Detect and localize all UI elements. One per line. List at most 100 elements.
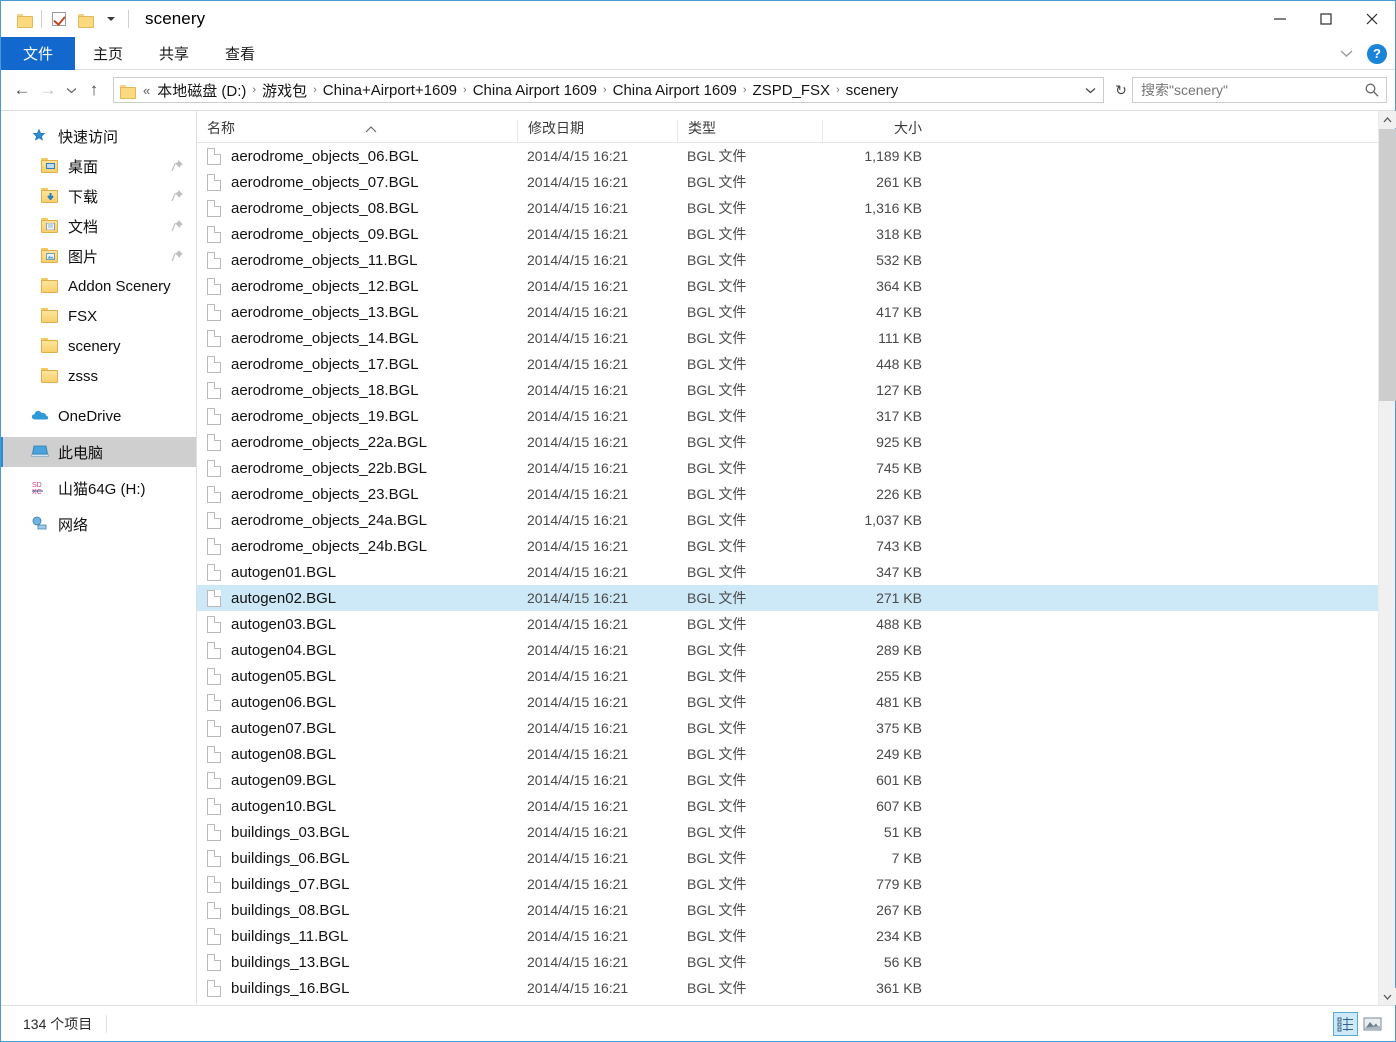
column-header-type[interactable]: 类型	[677, 120, 822, 142]
sidebar-item-label: 下载	[68, 188, 99, 206]
column-header-name[interactable]: 名称	[197, 120, 517, 142]
refresh-icon[interactable]: ↻	[1110, 77, 1132, 103]
properties-icon[interactable]	[46, 6, 72, 32]
recent-locations-icon[interactable]	[61, 76, 81, 104]
sidebar-item-sd-drive[interactable]: SD XC 山猫64G (H:)	[1, 473, 196, 503]
pin-icon[interactable]	[171, 159, 184, 172]
table-row[interactable]: aerodrome_objects_13.BGL 2014/4/15 16:21 B…	[197, 299, 1395, 325]
sidebar-item-network[interactable]: 网络	[1, 509, 196, 539]
sidebar-item-downloads[interactable]: 下载	[1, 181, 196, 211]
search-icon[interactable]	[1364, 82, 1380, 98]
forward-button[interactable]: →	[35, 76, 61, 104]
file-rows-container[interactable]: aerodrome_objects_06.BGL 2014/4/15 16:21 B…	[197, 143, 1395, 1005]
address-dropdown-icon[interactable]	[1081, 78, 1099, 102]
sidebar-item-pictures[interactable]: 图片	[1, 241, 196, 271]
scroll-down-icon[interactable]	[1379, 988, 1396, 1005]
table-row[interactable]: autogen08.BGL 2014/4/15 16:21 BGL 文件 249 KB	[197, 741, 1395, 767]
close-button[interactable]	[1349, 1, 1395, 37]
cell-name: autogen09.BGL	[197, 771, 517, 789]
column-header-date[interactable]: 修改日期	[517, 120, 677, 142]
breadcrumb-item-1[interactable]: 游戏包	[259, 80, 310, 101]
breadcrumb-item-3[interactable]: China Airport 1609	[470, 82, 600, 99]
address-box[interactable]: « 本地磁盘 (D:) › 游戏包 › China+Airport+1609 ›…	[113, 77, 1104, 103]
sidebar-item-quick-access[interactable]: 快速访问	[1, 121, 196, 151]
table-row[interactable]: aerodrome_objects_22b.BGL 2014/4/15 16:21…	[197, 455, 1395, 481]
table-row[interactable]: buildings_07.BGL 2014/4/15 16:21 BGL 文件 779…	[197, 871, 1395, 897]
search-input[interactable]	[1141, 82, 1364, 98]
column-header-size[interactable]: 大小	[822, 120, 922, 142]
table-row[interactable]: autogen10.BGL 2014/4/15 16:21 BGL 文件 607 KB	[197, 793, 1395, 819]
table-row[interactable]: aerodrome_objects_06.BGL 2014/4/15 16:21 B…	[197, 143, 1395, 169]
table-row[interactable]: buildings_06.BGL 2014/4/15 16:21 BGL 文件 7 K…	[197, 845, 1395, 871]
breadcrumb-item-5[interactable]: ZSPD_FSX	[750, 82, 834, 99]
large-icons-view-button[interactable]	[1360, 1012, 1385, 1036]
customize-caret-icon[interactable]	[98, 6, 124, 32]
up-button[interactable]: ↑	[81, 76, 107, 104]
tab-file[interactable]: 文件	[1, 37, 76, 70]
minimize-button[interactable]	[1257, 1, 1303, 37]
help-icon[interactable]: ?	[1367, 43, 1387, 64]
table-row[interactable]: autogen01.BGL 2014/4/15 16:21 BGL 文件 347 KB	[197, 559, 1395, 585]
table-row[interactable]: aerodrome_objects_24a.BGL 2014/4/15 16:21…	[197, 507, 1395, 533]
navigation-pane[interactable]: 快速访问 桌面 下载 文档 图片 Addon Scenery FSX scene…	[1, 111, 197, 1005]
file-icon	[207, 225, 221, 243]
tab-view[interactable]: 查看	[207, 37, 273, 70]
table-row[interactable]: aerodrome_objects_17.BGL 2014/4/15 16:21 B…	[197, 351, 1395, 377]
scroll-up-icon[interactable]	[1379, 111, 1396, 128]
sidebar-item-this-pc[interactable]: 此电脑	[1, 437, 196, 467]
table-row[interactable]: aerodrome_objects_23.BGL 2014/4/15 16:21 B…	[197, 481, 1395, 507]
sidebar-item-desktop[interactable]: 桌面	[1, 151, 196, 181]
pin-icon[interactable]	[171, 189, 184, 202]
breadcrumb-item-0[interactable]: 本地磁盘 (D:)	[154, 80, 249, 101]
table-row[interactable]: aerodrome_objects_11.BGL 2014/4/15 16:21 B…	[197, 247, 1395, 273]
table-row[interactable]: buildings_13.BGL 2014/4/15 16:21 BGL 文件 56 …	[197, 949, 1395, 975]
maximize-button[interactable]	[1303, 1, 1349, 37]
sidebar-item-onedrive[interactable]: OneDrive	[1, 401, 196, 431]
folder-icon[interactable]	[11, 6, 37, 32]
pin-icon[interactable]	[171, 219, 184, 232]
cell-date: 2014/4/15 16:21	[527, 512, 629, 528]
sidebar-item-addon-scenery[interactable]: Addon Scenery	[1, 271, 196, 301]
sidebar-item-scenery[interactable]: scenery	[1, 331, 196, 361]
table-row[interactable]: buildings_16.BGL 2014/4/15 16:21 BGL 文件 361…	[197, 975, 1395, 1001]
table-row[interactable]: aerodrome_objects_12.BGL 2014/4/15 16:21 B…	[197, 273, 1395, 299]
table-row[interactable]: aerodrome_objects_22a.BGL 2014/4/15 16:21…	[197, 429, 1395, 455]
table-row[interactable]: aerodrome_objects_14.BGL 2014/4/15 16:21 B…	[197, 325, 1395, 351]
table-row[interactable]: autogen06.BGL 2014/4/15 16:21 BGL 文件 481 KB	[197, 689, 1395, 715]
breadcrumb-item-2[interactable]: China+Airport+1609	[320, 82, 460, 99]
sidebar-item-zsss[interactable]: zsss	[1, 361, 196, 391]
pin-icon[interactable]	[171, 249, 184, 262]
table-row[interactable]: autogen05.BGL 2014/4/15 16:21 BGL 文件 255 KB	[197, 663, 1395, 689]
table-row[interactable]: autogen04.BGL 2014/4/15 16:21 BGL 文件 289 KB	[197, 637, 1395, 663]
back-button[interactable]: ←	[9, 76, 35, 104]
table-row[interactable]: aerodrome_objects_08.BGL 2014/4/15 16:21 B…	[197, 195, 1395, 221]
chevron-down-icon[interactable]	[1335, 43, 1357, 65]
table-row[interactable]: autogen09.BGL 2014/4/15 16:21 BGL 文件 601 KB	[197, 767, 1395, 793]
table-row[interactable]: buildings_03.BGL 2014/4/15 16:21 BGL 文件 51 …	[197, 819, 1395, 845]
table-row[interactable]: autogen02.BGL 2014/4/15 16:21 BGL 文件 271 KB	[197, 585, 1395, 611]
file-icon	[207, 329, 221, 347]
vertical-scrollbar[interactable]	[1378, 111, 1396, 1005]
table-row[interactable]: aerodrome_objects_07.BGL 2014/4/15 16:21 B…	[197, 169, 1395, 195]
scrollbar-thumb[interactable]	[1379, 129, 1396, 401]
new-folder-icon[interactable]	[72, 6, 98, 32]
breadcrumb-overflow-icon[interactable]: «	[141, 83, 154, 98]
table-row[interactable]: aerodrome_objects_18.BGL 2014/4/15 16:21 B…	[197, 377, 1395, 403]
table-row[interactable]: aerodrome_objects_09.BGL 2014/4/15 16:21 B…	[197, 221, 1395, 247]
breadcrumb-item-4[interactable]: China Airport 1609	[610, 82, 740, 99]
details-view-button[interactable]	[1333, 1011, 1358, 1036]
tab-share[interactable]: 共享	[141, 37, 207, 70]
table-row[interactable]: buildings_08.BGL 2014/4/15 16:21 BGL 文件 267…	[197, 897, 1395, 923]
table-row[interactable]: aerodrome_objects_24b.BGL 2014/4/15 16:21…	[197, 533, 1395, 559]
cell-name: aerodrome_objects_17.BGL	[197, 355, 517, 373]
breadcrumb-item-6[interactable]: scenery	[843, 82, 902, 99]
table-row[interactable]: autogen03.BGL 2014/4/15 16:21 BGL 文件 488 KB	[197, 611, 1395, 637]
sidebar-item-fsx[interactable]: FSX	[1, 301, 196, 331]
sidebar-item-label: OneDrive	[58, 407, 122, 425]
table-row[interactable]: autogen07.BGL 2014/4/15 16:21 BGL 文件 375 KB	[197, 715, 1395, 741]
search-box[interactable]	[1132, 77, 1387, 103]
table-row[interactable]: buildings_11.BGL 2014/4/15 16:21 BGL 文件 234…	[197, 923, 1395, 949]
tab-home[interactable]: 主页	[75, 37, 141, 70]
sidebar-item-documents[interactable]: 文档	[1, 211, 196, 241]
table-row[interactable]: aerodrome_objects_19.BGL 2014/4/15 16:21 B…	[197, 403, 1395, 429]
